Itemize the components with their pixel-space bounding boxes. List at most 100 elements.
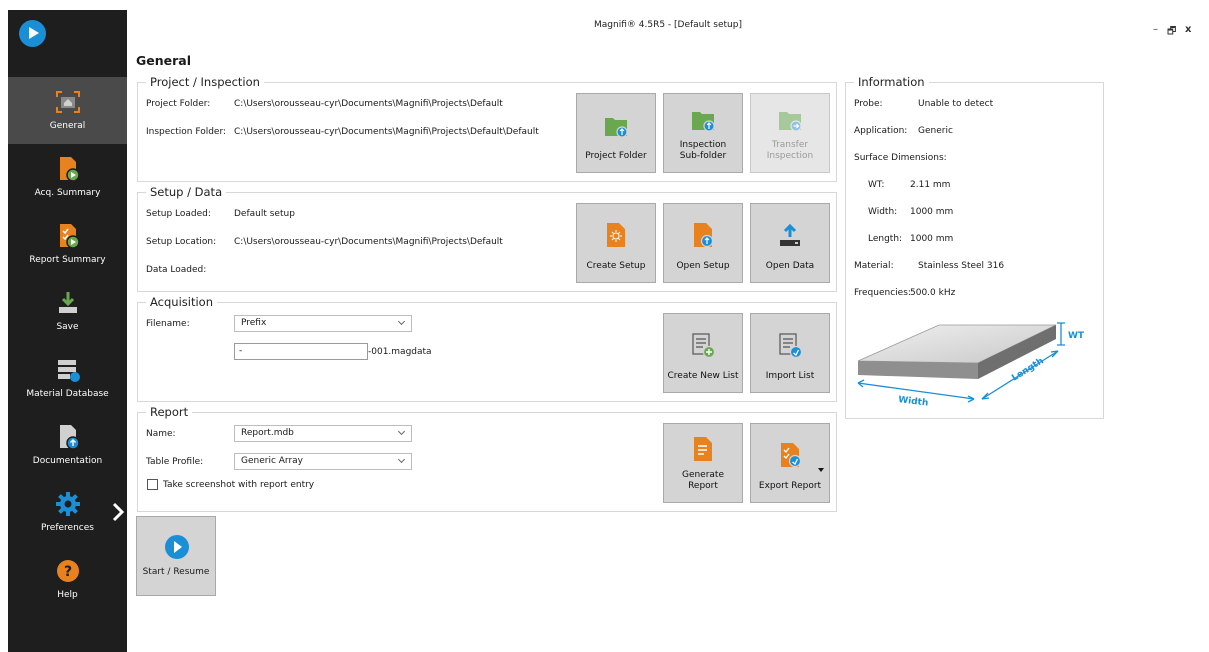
probe-value: Unable to detect (918, 99, 994, 109)
button-label: Project Folder (585, 151, 647, 161)
sidebar-item-label: Preferences (41, 523, 94, 533)
import-list-button[interactable]: Import List (750, 313, 830, 393)
surface-dimensions-label: Surface Dimensions: (854, 153, 947, 163)
button-label: Start / Resume (142, 567, 210, 577)
export-report-button[interactable]: Export Report (750, 423, 830, 503)
project-inspection-group: Project / Inspection Project Folder: C:\… (137, 75, 837, 182)
chevron-right-icon[interactable] (111, 502, 125, 522)
close-button[interactable]: x (1185, 24, 1191, 35)
project-folder-label: Project Folder: (146, 99, 211, 109)
project-folder-value: C:\Users\orousseau-cyr\Documents\Magnifi… (234, 99, 503, 109)
button-label: Create Setup (586, 261, 646, 271)
sidebar-item-save[interactable]: Save (8, 278, 127, 345)
sidebar-item-help[interactable]: ? Help (8, 546, 127, 613)
acq-summary-icon (59, 157, 80, 182)
button-label: Report (688, 481, 718, 491)
create-setup-icon (607, 223, 625, 247)
subfolder-icon (692, 112, 715, 132)
report-name-select[interactable]: Report.mdb (234, 425, 412, 442)
report-name-label: Name: (146, 429, 176, 439)
button-label: Sub-folder (679, 151, 727, 161)
sidebar-item-report-summary[interactable]: Report Summary (8, 211, 127, 278)
open-setup-icon (694, 223, 714, 248)
width-value: 1000 mm (910, 207, 954, 217)
filename-input[interactable]: - (234, 343, 368, 360)
chevron-down-icon (397, 427, 406, 436)
sidebar-item-documentation[interactable]: Documentation (8, 412, 127, 479)
sidebar-item-preferences[interactable]: Preferences (8, 479, 127, 546)
frequencies-value: 500.0 kHz (910, 288, 956, 298)
diagram-wt-label: WT (1068, 331, 1085, 341)
chevron-down-icon (397, 455, 406, 464)
button-label: Inspection (679, 140, 727, 150)
svg-text:?: ? (63, 564, 71, 580)
table-profile-select[interactable]: Generic Array (234, 453, 412, 470)
screenshot-checkbox-label[interactable]: Take screenshot with report entry (163, 480, 314, 490)
create-list-icon (692, 333, 715, 358)
import-list-icon (779, 333, 802, 358)
width-label: Width: (868, 207, 898, 217)
material-database-icon (57, 360, 80, 382)
help-icon: ? (56, 560, 79, 582)
setup-location-value: C:\Users\orousseau-cyr\Documents\Magnifi… (234, 237, 503, 247)
group-title: Project / Inspection (146, 75, 264, 89)
acquisition-group: Acquisition Filename: Prefix - -001.magd… (137, 295, 837, 402)
material-value: Stainless Steel 316 (918, 261, 1005, 271)
application-label: Application: (854, 126, 908, 136)
button-label: Create New List (667, 371, 739, 381)
sidebar-item-label: Acq. Summary (34, 188, 101, 198)
minimize-button[interactable]: – (1153, 24, 1158, 35)
sidebar-item-acq-summary[interactable]: Acq. Summary (8, 144, 127, 211)
dropdown-arrow-icon[interactable] (818, 468, 824, 472)
screenshot-checkbox[interactable] (147, 479, 158, 490)
setup-data-group: Setup / Data Setup Loaded: Default setup… (137, 185, 837, 292)
upload-icon (780, 223, 800, 246)
sidebar-item-label: Report Summary (29, 255, 106, 265)
length-value: 1000 mm (910, 234, 954, 244)
group-title: Acquisition (146, 295, 217, 309)
generate-report-button[interactable]: Generate Report (663, 423, 743, 503)
sidebar-item-label: Documentation (32, 456, 103, 466)
inspection-subfolder-button[interactable]: Inspection Sub-folder (663, 93, 743, 173)
folder-icon (605, 118, 628, 138)
project-folder-button[interactable]: Project Folder (576, 93, 656, 173)
general-folder-icon (55, 91, 80, 113)
diagram-width-label: Width (898, 395, 929, 409)
button-label: Generate (681, 470, 725, 480)
inspection-folder-value: C:\Users\orousseau-cyr\Documents\Magnifi… (234, 127, 539, 137)
plate-dimensions-diagram: WT Width Length (857, 322, 1085, 409)
input-value: - (239, 346, 243, 356)
filename-mode-select[interactable]: Prefix (234, 315, 412, 332)
sidebar-item-label: Help (57, 590, 78, 600)
create-setup-button[interactable]: Create Setup (576, 203, 656, 283)
setup-loaded-label: Setup Loaded: (146, 209, 211, 219)
play-icon (165, 535, 189, 559)
create-new-list-button[interactable]: Create New List (663, 313, 743, 393)
setup-location-label: Setup Location: (146, 237, 217, 247)
open-data-button[interactable]: Open Data (750, 203, 830, 283)
filename-label: Filename: (146, 319, 190, 329)
sidebar-item-material-database[interactable]: Material Database (8, 345, 127, 412)
app-logo-icon[interactable] (19, 20, 46, 47)
sidebar-item-general[interactable]: General (8, 77, 127, 144)
transfer-inspection-button[interactable]: Transfer Inspection (750, 93, 830, 173)
start-resume-button[interactable]: Start / Resume (136, 516, 216, 596)
button-label: Inspection (766, 151, 814, 161)
length-label: Length: (868, 234, 903, 244)
probe-label: Probe: (854, 99, 883, 109)
restore-button[interactable]: 🗗 (1167, 24, 1176, 41)
button-label: Open Setup (676, 261, 730, 271)
documentation-icon (59, 425, 80, 450)
select-value: Generic Array (241, 456, 304, 466)
application-value: Generic (918, 126, 953, 136)
data-loaded-label: Data Loaded: (146, 265, 207, 275)
generate-report-icon (694, 437, 712, 461)
information-panel: Information Probe: Unable to detect Appl… (845, 75, 1104, 419)
button-label: Import List (765, 371, 815, 381)
report-group: Report Name: Report.mdb Table Profile: G… (137, 405, 837, 512)
report-summary-icon (59, 224, 80, 249)
page-title: General (136, 53, 191, 68)
sidebar-item-label: General (49, 121, 86, 131)
open-setup-button[interactable]: Open Setup (663, 203, 743, 283)
sidebar-item-label: Save (56, 322, 79, 332)
